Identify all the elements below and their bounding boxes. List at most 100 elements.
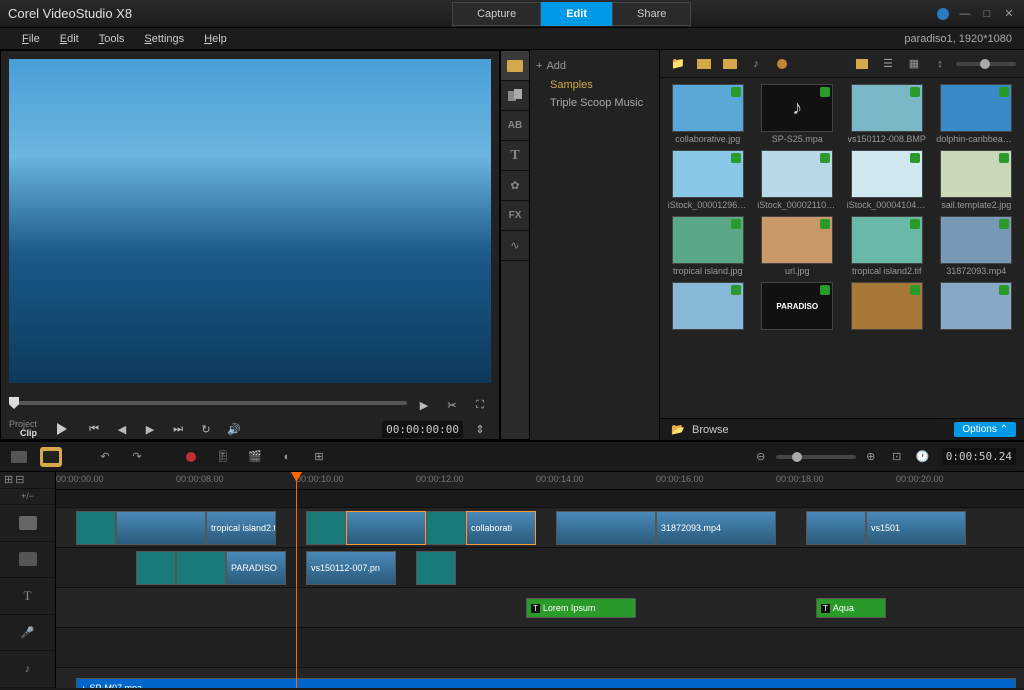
library-thumb[interactable]: collaborative.jpg — [666, 84, 750, 144]
view-list-icon[interactable]: ☰ — [878, 55, 898, 73]
video-track[interactable]: tropical island2.tif collaborati 31872093.… — [56, 508, 1024, 548]
undo-button[interactable]: ↶ — [94, 447, 116, 467]
graphic-tab[interactable]: ✿ — [501, 171, 529, 201]
fit-project-button[interactable]: ⊡ — [886, 447, 908, 467]
timeline-clip[interactable]: collaborati — [466, 511, 536, 545]
timeline-clip[interactable] — [556, 511, 656, 545]
preview-timecode[interactable]: 00:00:00:00 — [382, 421, 463, 438]
tree-item-triple-scoop[interactable]: Triple Scoop Music — [536, 94, 653, 112]
go-start-button[interactable]: ⏮ — [83, 419, 105, 439]
timeline-clip[interactable]: tropical island2.tif — [206, 511, 276, 545]
overlay-track[interactable]: PARADISOvs150112-007.pn — [56, 548, 1024, 588]
zoom-out-button[interactable]: ⊖ — [750, 447, 772, 467]
library-thumb[interactable]: dolphin-caribbean-cruis.. — [935, 84, 1019, 144]
thumb-size-slider[interactable] — [956, 62, 1016, 66]
go-end-button[interactable]: ⏭ — [167, 419, 189, 439]
title-tab[interactable]: T — [501, 141, 529, 171]
transition-tab[interactable] — [501, 81, 529, 111]
title-track[interactable]: TLorem IpsumTAqua — [56, 588, 1024, 628]
browse-label[interactable]: Browse — [692, 424, 729, 436]
timeline-clip[interactable] — [116, 511, 206, 545]
scrub-bar[interactable] — [9, 401, 407, 405]
menu-edit[interactable]: Edit — [50, 31, 89, 47]
tree-item-samples[interactable]: Samples — [536, 76, 653, 94]
minimize-button[interactable]: — — [958, 7, 972, 21]
tab-edit[interactable]: Edit — [541, 2, 612, 26]
timecode-spinner[interactable]: ⇕ — [469, 419, 491, 439]
view-grid-icon[interactable]: ▦ — [904, 55, 924, 73]
library-thumb[interactable]: tropical island2.tif — [845, 216, 929, 276]
voice-track[interactable] — [56, 628, 1024, 668]
filter-photo-icon[interactable] — [720, 55, 740, 73]
path-tab[interactable]: ∿ — [501, 231, 529, 261]
expand-icon[interactable]: ⛶ — [469, 395, 491, 415]
zoom-in-button[interactable]: ⊕ — [860, 447, 882, 467]
library-thumb[interactable]: url.jpg — [756, 216, 840, 276]
library-thumb[interactable]: PARADISO — [756, 282, 840, 332]
library-thumb[interactable] — [845, 282, 929, 332]
library-thumb[interactable]: ♪SP-S25.mpa — [756, 84, 840, 144]
mode-clip-label[interactable]: Clip — [20, 429, 37, 438]
preview-viewport[interactable] — [9, 59, 491, 383]
import-icon[interactable]: 📁 — [668, 55, 688, 73]
repeat-button[interactable]: ↻ — [195, 419, 217, 439]
timeline-clip[interactable] — [346, 511, 426, 545]
options-button[interactable]: Options ⌃ — [954, 422, 1016, 437]
subtitle-tab[interactable]: AB — [501, 111, 529, 141]
timeline-clip[interactable] — [806, 511, 866, 545]
timeline-ruler[interactable]: 00:00:00.0000:00:08.0000:00:10.0000:00:1… — [56, 472, 1024, 490]
library-thumb[interactable]: sail.template2.jpg — [935, 150, 1019, 210]
timeline-clip[interactable]: vs150112-007.pn — [306, 551, 396, 585]
multi-trim-button[interactable]: ◐ — [276, 447, 298, 467]
storyboard-view-button[interactable] — [8, 447, 30, 467]
zoom-slider[interactable] — [776, 455, 856, 459]
overlay-track-head[interactable] — [0, 542, 55, 579]
menu-settings[interactable]: Settings — [134, 31, 194, 47]
library-thumb[interactable]: iStock_000021104321.. — [756, 150, 840, 210]
timeline-clip[interactable] — [426, 511, 466, 545]
tab-share[interactable]: Share — [612, 2, 691, 26]
timeline-clip[interactable] — [176, 551, 226, 585]
next-frame-button[interactable]: ▶ — [139, 419, 161, 439]
menu-tools[interactable]: Tools — [89, 31, 135, 47]
browse-icon[interactable]: 📂 — [668, 421, 688, 439]
library-thumb[interactable]: 31872093.mp4 — [935, 216, 1019, 276]
record-button[interactable] — [180, 447, 202, 467]
scrub-handle[interactable] — [9, 397, 19, 409]
library-thumb[interactable]: vs150112-008.BMP — [845, 84, 929, 144]
library-thumb[interactable] — [935, 282, 1019, 332]
filter-video-icon[interactable] — [694, 55, 714, 73]
playhead[interactable] — [296, 472, 297, 688]
sort-icon[interactable]: ↕ — [930, 55, 950, 73]
view-thumb-icon[interactable] — [852, 55, 872, 73]
library-thumb[interactable]: iStock_000012963183.. — [666, 150, 750, 210]
auto-music-button[interactable]: 🎬 — [244, 447, 266, 467]
title-clip[interactable]: TLorem Ipsum — [526, 598, 636, 618]
add-folder-button[interactable]: +Add — [536, 56, 653, 76]
cut-icon[interactable]: ✂ — [441, 395, 463, 415]
filter-template-icon[interactable] — [772, 55, 792, 73]
voice-track-head[interactable]: 🎤 — [0, 615, 55, 652]
help-icon[interactable] — [936, 7, 950, 21]
project-duration-icon[interactable]: 🕐 — [912, 447, 934, 467]
prev-frame-button[interactable]: ◀ — [111, 419, 133, 439]
library-thumb[interactable]: tropical island.jpg — [666, 216, 750, 276]
audio-clip[interactable]: ♪SP-M07.mpa — [76, 678, 1016, 688]
maximize-button[interactable]: □ — [980, 7, 994, 21]
fx-tab[interactable]: FX — [501, 201, 529, 231]
menu-file[interactable]: File — [12, 31, 50, 47]
filter-audio-icon[interactable]: ♪ — [746, 55, 766, 73]
media-tab[interactable] — [501, 51, 529, 81]
track-manager-button[interactable]: ⊞⊟ — [0, 472, 55, 489]
timeline-clip[interactable]: 31872093.mp4 — [656, 511, 776, 545]
volume-button[interactable]: 🔊 — [223, 419, 245, 439]
timeline-view-button[interactable] — [40, 447, 62, 467]
menu-help[interactable]: Help — [194, 31, 237, 47]
ripple-toggle[interactable]: +/− — [0, 489, 55, 506]
title-track-head[interactable]: T — [0, 578, 55, 615]
tab-capture[interactable]: Capture — [452, 2, 541, 26]
timeline-clip[interactable] — [76, 511, 116, 545]
music-track-head[interactable]: ♪ — [0, 651, 55, 688]
track-motion-button[interactable]: ⊞ — [308, 447, 330, 467]
timeline-tracks[interactable]: 00:00:00.0000:00:08.0000:00:10.0000:00:1… — [56, 472, 1024, 688]
